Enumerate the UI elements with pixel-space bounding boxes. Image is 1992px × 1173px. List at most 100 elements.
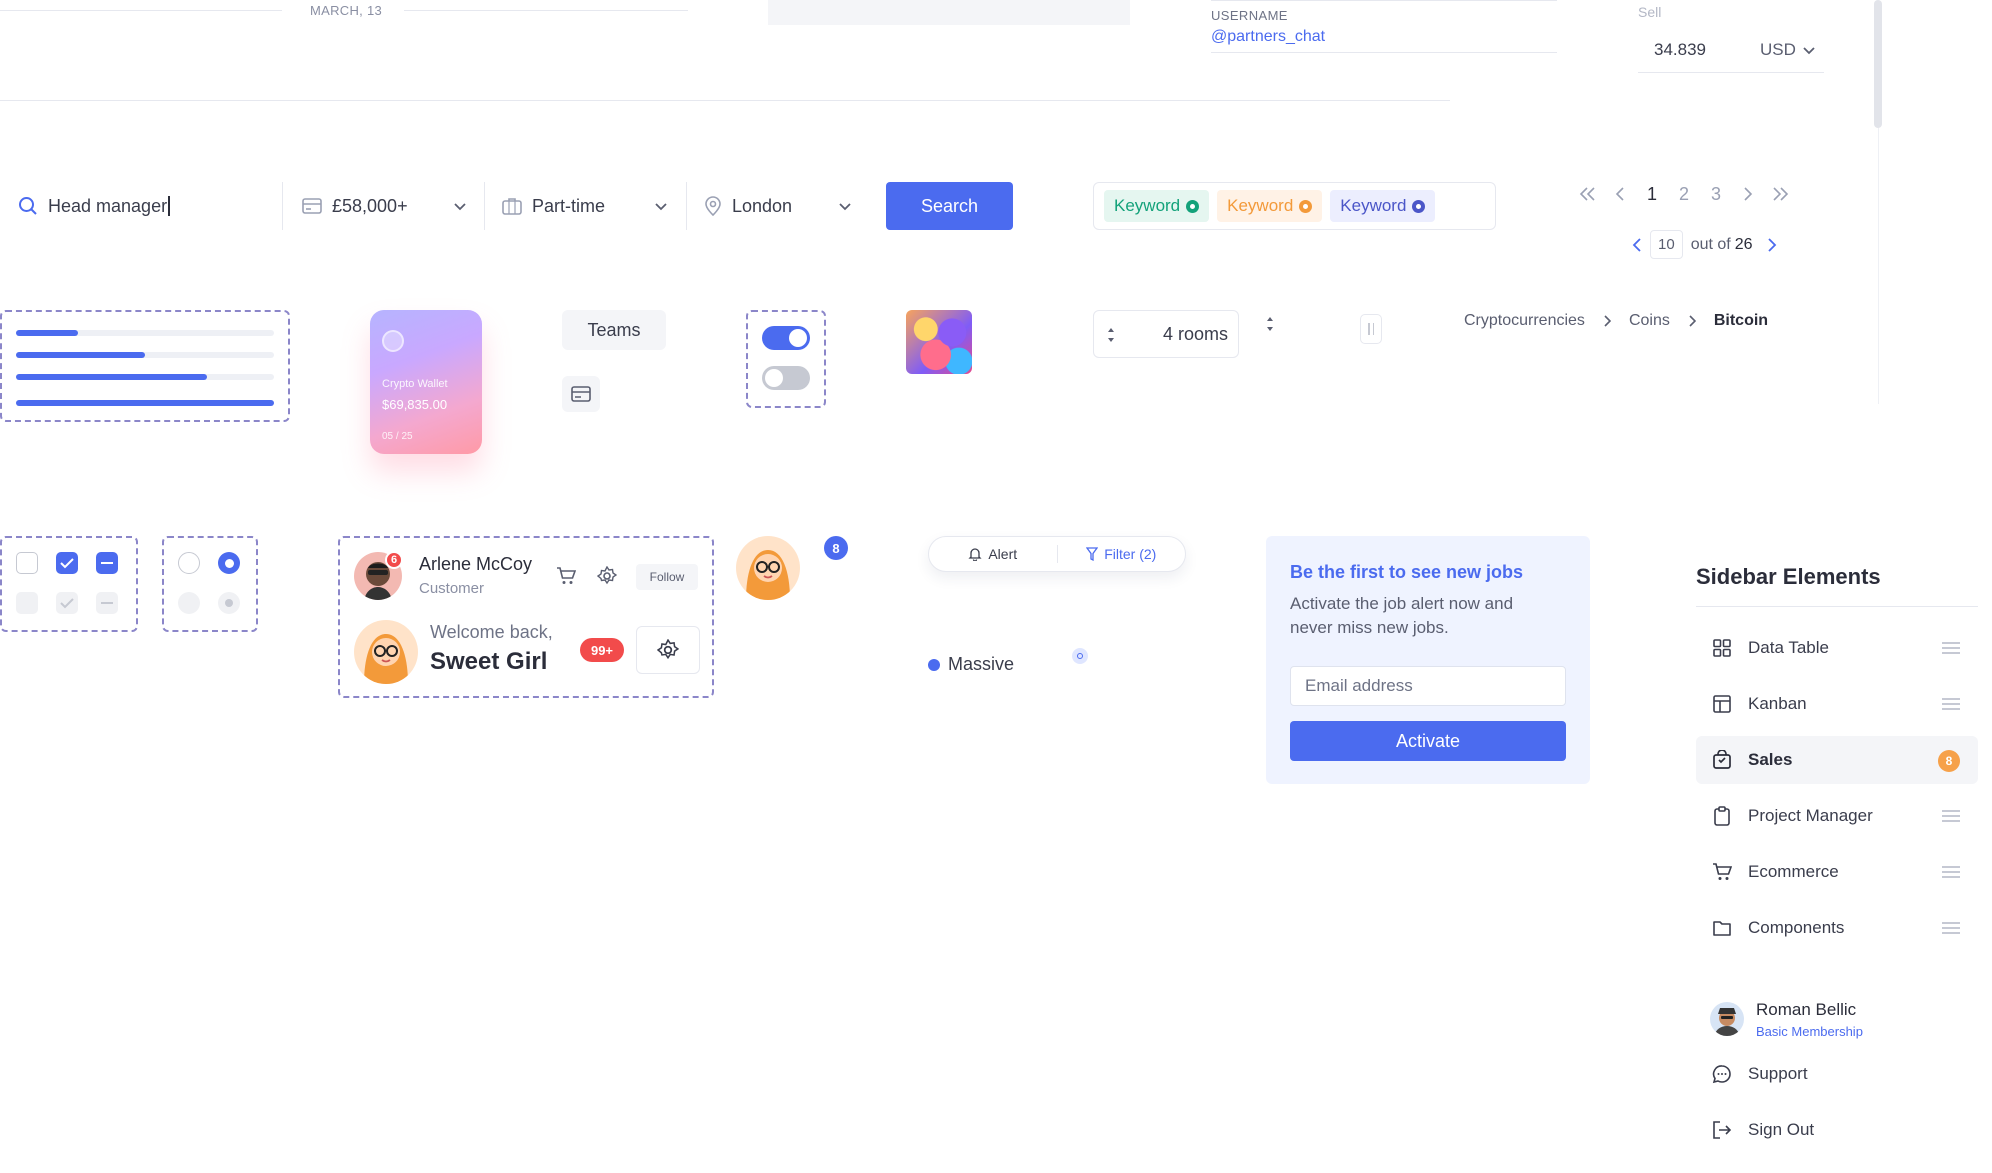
keyword-tag-green[interactable]: Keyword [1104,190,1210,222]
drag-handle-icon[interactable] [1942,922,1960,934]
drag-handle-icon[interactable] [1942,866,1960,878]
breadcrumb-item[interactable]: Cryptocurrencies [1464,312,1585,330]
drag-handle-icon[interactable] [1360,314,1382,344]
sidebar-item-label: Sales [1748,750,1793,769]
prev-page-button[interactable] [1608,182,1632,206]
drag-handle-icon[interactable] [1942,810,1960,822]
checkbox-unchecked[interactable] [16,552,38,574]
email-input[interactable]: Email address [1290,666,1566,706]
username-topline [1211,0,1557,1]
progress-bar-2 [16,352,274,358]
sidebar-item-components[interactable]: Components [1696,904,1978,952]
search-input[interactable]: Head manager [18,182,268,230]
keyword-tag-orange[interactable]: Keyword [1217,190,1323,222]
checkbox-checked[interactable] [56,552,78,574]
currency-select[interactable]: USD [1760,40,1816,60]
rooms-stepper[interactable]: 4 rooms [1093,310,1239,358]
remove-tag-icon[interactable] [1299,199,1313,213]
radio-checked[interactable] [218,552,240,574]
activate-button[interactable]: Activate [1290,721,1566,761]
sidebar-divider [1696,606,1978,607]
chevrons-left-icon [1579,187,1595,201]
card-icon-button[interactable] [562,376,600,412]
radio-unchecked[interactable] [178,552,200,574]
chevron-left-icon[interactable] [1632,237,1642,252]
username-value[interactable]: @partners_chat [1211,28,1325,46]
wallet-amount: $69,835.00 [382,397,448,412]
remove-tag-icon[interactable] [1412,199,1426,213]
settings-icon[interactable] [597,566,617,586]
follow-button[interactable]: Follow [636,564,698,590]
bag-icon [1713,750,1731,769]
sidebar-item-sign-out[interactable]: Sign Out [1696,1106,1978,1154]
crypto-wallet-card[interactable]: Crypto Wallet $69,835.00 05 / 25 [370,310,482,454]
toggle-knob [789,329,807,347]
keyword-tag-input[interactable]: Keyword Keyword Keyword [1093,182,1496,230]
sidebar-item-kanban[interactable]: Kanban [1696,680,1978,728]
teams-button[interactable]: Teams [562,310,666,350]
folder-icon [1713,921,1731,936]
location-select[interactable]: London [704,182,852,230]
toggle-on[interactable] [762,326,810,350]
breadcrumb-item[interactable]: Coins [1629,312,1670,330]
keyword-tag-label: Keyword [1114,196,1181,215]
location-value: London [732,195,793,216]
alert-button[interactable]: Alert [929,546,1057,562]
search-separator-2 [484,182,485,230]
search-icon [19,197,37,215]
sidebar-item-label: Ecommerce [1748,862,1839,881]
chevron-right-icon [1604,315,1611,327]
keyword-tag-indigo[interactable]: Keyword [1330,190,1436,222]
avatar-with-badge[interactable] [736,536,800,600]
sidebar-item-label: Kanban [1748,694,1807,713]
status-dot [928,658,940,671]
page-3[interactable]: 3 [1704,182,1728,206]
stepper-arrows-icon[interactable] [1106,325,1116,345]
profile-plan[interactable]: Basic Membership [1756,1024,1863,1039]
drag-handle-icon[interactable] [1942,642,1960,654]
chevron-right-icon[interactable] [1767,237,1777,252]
page-2[interactable]: 2 [1672,182,1696,206]
grid-icon [1713,639,1731,657]
radio-disabled [178,592,200,614]
filter-button[interactable]: Filter (2) [1058,546,1186,562]
page-1[interactable]: 1 [1640,182,1664,206]
sidebar-item-sales[interactable]: Sales 8 [1696,736,1978,784]
remove-tag-icon[interactable] [1186,199,1200,213]
progress-fill [16,330,78,336]
page-jump-input[interactable]: 10 [1650,230,1683,259]
scrollbar-thumb[interactable] [1874,0,1882,128]
toggle-knob [765,369,783,387]
search-button[interactable]: Search [886,182,1013,230]
chevron-down-icon [454,203,466,211]
chevron-right-icon [1744,187,1753,201]
user-avatar[interactable] [354,620,418,684]
profile-avatar[interactable] [1710,1002,1744,1036]
settings-button[interactable] [636,626,700,674]
filter-label: Filter (2) [1104,546,1157,562]
sell-underline [1638,72,1824,73]
clipboard-icon [1714,806,1730,826]
job-type-select[interactable]: Part-time [502,182,668,230]
cart-icon[interactable] [556,566,576,586]
sidebar-item-data-table[interactable]: Data Table [1696,624,1978,672]
currency-label: USD [1760,40,1796,59]
last-page-button[interactable] [1768,182,1792,206]
profile-name: Roman Bellic [1756,1000,1857,1019]
stepper-arrows-icon[interactable] [1265,314,1275,334]
first-page-button[interactable] [1576,182,1600,206]
sidebar-item-support[interactable]: Support [1696,1050,1978,1098]
search-separator-3 [686,182,687,230]
toggle-off[interactable] [762,366,810,390]
sell-value[interactable]: 34.839 [1654,40,1706,60]
top-divider-mid [404,10,688,11]
sidebar-item-project-manager[interactable]: Project Manager [1696,792,1978,840]
keyword-tag-label: Keyword [1227,196,1294,215]
toggle-group [746,310,826,408]
next-page-button[interactable] [1736,182,1760,206]
sidebar-item-ecommerce[interactable]: Ecommerce [1696,848,1978,896]
checkbox-indeterminate[interactable] [96,552,118,574]
welcome-text: Welcome back, [430,622,553,642]
drag-handle-icon[interactable] [1942,698,1960,710]
salary-select[interactable]: £58,000+ [302,182,467,230]
